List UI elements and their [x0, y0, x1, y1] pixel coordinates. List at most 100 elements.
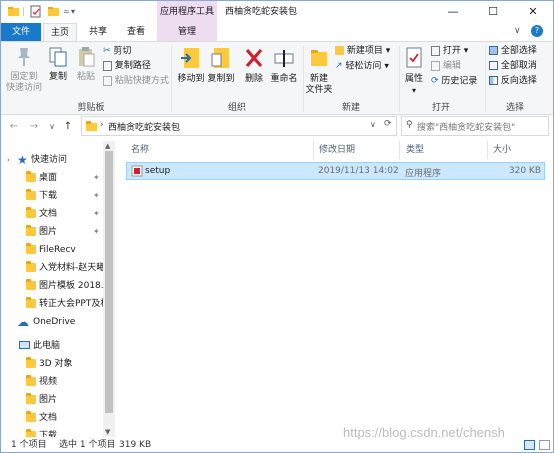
easy-access-button[interactable]: ↗ 轻松访问 ▾: [335, 59, 389, 73]
folder-icon: [86, 121, 97, 131]
nav-label: 快速访问: [31, 155, 68, 165]
paste-button[interactable]: 粘贴: [73, 46, 99, 83]
address-bar[interactable]: › 西柚贪吃蛇安装包 ∨ ⟳: [81, 116, 397, 136]
paste-icon: [79, 47, 95, 67]
column-size[interactable]: 大小: [493, 142, 511, 158]
edit-button[interactable]: 编辑: [431, 59, 461, 73]
help-icon[interactable]: ?: [531, 25, 543, 37]
nav-onedrive[interactable]: ☁ OneDrive: [1, 313, 103, 331]
invert-selection-icon: [489, 76, 498, 85]
new-item-button[interactable]: 新建项目 ▾: [335, 44, 390, 58]
nav-quick-item[interactable]: 图片模板 2018.5: [1, 277, 109, 295]
nav-label: 此电脑: [33, 341, 61, 351]
forward-arrow-icon[interactable]: →: [27, 119, 41, 135]
selected-count: 选中 1 个项目: [59, 440, 116, 450]
breadcrumb-chevron-icon[interactable]: ›: [100, 120, 104, 130]
nav-quick-item[interactable]: FileRecv: [1, 241, 103, 259]
ribbon-tabs: 文件 主页 共享 查看 管理 ∨ ?: [1, 23, 553, 42]
column-separator[interactable]: [313, 141, 314, 159]
close-button[interactable]: ✕: [513, 1, 553, 23]
new-folder-quick-icon[interactable]: [47, 5, 60, 18]
pin-icon: ✦: [93, 173, 100, 182]
minimize-button[interactable]: —: [433, 1, 473, 23]
scissors-icon: ✂: [103, 46, 111, 56]
nav-quick-item[interactable]: 文档 ✦: [1, 205, 103, 223]
folder-icon: [26, 411, 36, 422]
column-type[interactable]: 类型: [406, 142, 424, 158]
large-icons-view-icon[interactable]: [539, 440, 550, 450]
search-box[interactable]: ⚲ 搜索"西柚贪吃蛇安装包": [401, 116, 549, 136]
nav-pc-item[interactable]: 3D 对象: [1, 355, 103, 373]
recent-locations-chevron-icon[interactable]: ∨: [45, 119, 59, 135]
folder-icon: [26, 279, 36, 290]
invert-selection-button[interactable]: 反向选择: [489, 74, 537, 88]
nav-quick-item[interactable]: 桌面 ✦: [1, 169, 103, 187]
paste-shortcut-button[interactable]: 粘贴快捷方式: [103, 74, 169, 88]
history-button[interactable]: ⟳ 历史记录: [431, 74, 477, 88]
folder-icon: [8, 7, 19, 16]
refresh-icon[interactable]: ⟳: [384, 119, 392, 129]
clipboard-group-label: 剪贴板: [77, 103, 105, 113]
copy-to-button[interactable]: 复制到: [207, 46, 235, 85]
nav-pc-item[interactable]: 文档: [1, 409, 103, 427]
tab-home[interactable]: 主页: [43, 23, 77, 42]
properties-quick-icon[interactable]: [29, 5, 42, 18]
nav-quick-item[interactable]: 入党材料-赵天曦: [1, 259, 105, 277]
ribbon-separator: [171, 46, 172, 112]
scroll-up-icon[interactable]: ▲: [105, 142, 110, 150]
address-dropdown-icon[interactable]: ∨: [370, 120, 376, 129]
nav-quick-item[interactable]: 转正大会PPT及材: [1, 295, 109, 313]
nav-quick-item[interactable]: 图片 ✦: [1, 223, 103, 241]
rename-button[interactable]: 重命名: [269, 46, 299, 85]
quick-access-dropdown-icon[interactable]: =: [63, 1, 70, 23]
folder-icon: [26, 171, 36, 182]
tab-file[interactable]: 文件: [1, 23, 41, 41]
nav-pc-item[interactable]: 图片: [1, 391, 103, 409]
maximize-button[interactable]: ☐: [473, 1, 513, 23]
column-name[interactable]: 名称: [131, 142, 149, 158]
new-folder-button[interactable]: 新建 文件夹: [305, 46, 333, 96]
tab-view[interactable]: 查看: [119, 23, 153, 41]
select-none-button[interactable]: 全部取消: [489, 59, 537, 73]
file-row[interactable]: setup 2019/11/13 14:02 应用程序 320 KB: [126, 162, 545, 180]
properties-button[interactable]: 属性 ▾: [401, 46, 427, 96]
nav-scrollbar-thumb[interactable]: [105, 151, 113, 413]
select-all-icon: [489, 46, 498, 55]
copy-button[interactable]: 复制: [45, 46, 71, 83]
column-separator[interactable]: [399, 141, 400, 159]
column-modified[interactable]: 修改日期: [319, 142, 355, 158]
nav-quick-item[interactable]: 下载 ✦: [1, 187, 103, 205]
delete-button[interactable]: 删除: [243, 46, 265, 85]
move-to-button[interactable]: 移动到: [177, 46, 205, 85]
breadcrumb[interactable]: 西柚贪吃蛇安装包: [108, 120, 180, 133]
ribbon-separator: [399, 46, 400, 112]
nav-pc-item[interactable]: 视频: [1, 373, 103, 391]
back-arrow-icon[interactable]: ←: [7, 119, 21, 135]
new-folder-label: 新建 文件夹: [305, 74, 333, 95]
chevron-down-icon[interactable]: ▾: [71, 1, 75, 23]
tab-share[interactable]: 共享: [81, 23, 115, 41]
organize-group-label: 组织: [227, 103, 246, 113]
nav-quick-access[interactable]: › ★ 快速访问: [1, 151, 103, 169]
select-all-button[interactable]: 全部选择: [489, 44, 537, 58]
tab-manage[interactable]: 管理: [157, 23, 217, 41]
open-button[interactable]: 打开 ▾: [431, 44, 468, 58]
ribbon: 固定到 快速访问 复制 粘贴 ✂ 剪切 复制路径 粘贴快捷方式 剪贴板 移动到 …: [1, 41, 553, 115]
ribbon-collapse-icon[interactable]: ∨: [514, 26, 521, 36]
column-separator[interactable]: [487, 141, 488, 159]
cut-button[interactable]: ✂ 剪切: [103, 44, 131, 58]
open-icon: [431, 45, 440, 56]
search-placeholder: 搜索"西柚贪吃蛇安装包": [417, 123, 516, 133]
details-view-icon[interactable]: [524, 440, 535, 450]
scroll-down-icon[interactable]: ▼: [105, 428, 110, 436]
invert-selection-label: 反向选择: [500, 76, 537, 86]
nav-this-pc[interactable]: 此电脑: [1, 337, 103, 355]
nav-label: 3D 对象: [39, 359, 73, 369]
nav-pc-item[interactable]: 下载: [1, 427, 103, 437]
nav-label: FileRecv: [39, 245, 76, 255]
up-arrow-icon[interactable]: ↑: [61, 119, 75, 135]
copy-path-button[interactable]: 复制路径: [103, 59, 151, 73]
file-modified: 2019/11/13 14:02: [318, 166, 399, 176]
pin-quick-access-button[interactable]: 固定到 快速访问: [5, 46, 43, 94]
chevron-down-icon: ▾: [411, 86, 416, 95]
